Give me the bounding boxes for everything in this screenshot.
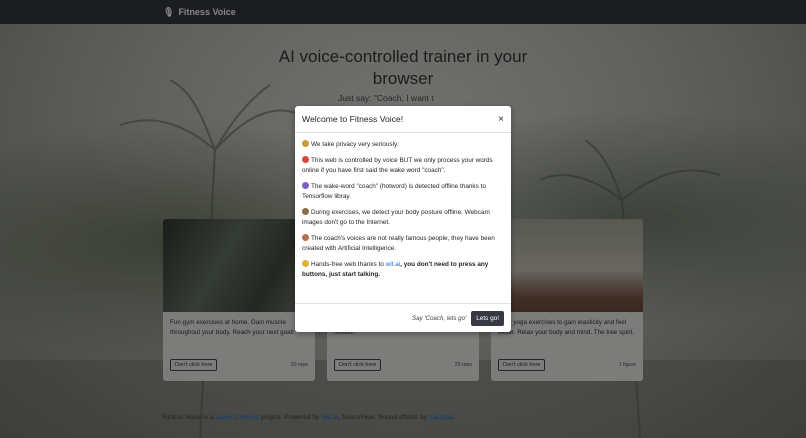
privacy-item: This web is controlled by voice BUT we o…: [302, 156, 493, 174]
witai-modal-link[interactable]: wit.ai: [386, 261, 401, 268]
person-exercising-icon: [302, 208, 309, 215]
welcome-modal: Welcome to Fitness Voice! × We take priv…: [295, 106, 511, 332]
privacy-item: Hands-free web thanks to wit.ai, you don…: [302, 260, 489, 278]
modal-footer: Say 'Coach, lets go' Lets go!: [295, 303, 511, 332]
muted-speaker-icon: [302, 156, 309, 163]
person-icon: [302, 234, 309, 241]
privacy-item: During exercises, we detect your body po…: [302, 208, 490, 226]
privacy-item: The coach's voices are not really famous…: [302, 234, 495, 252]
modal-header: Welcome to Fitness Voice! ×: [295, 106, 511, 133]
detective-icon: [302, 140, 309, 147]
crystal-ball-icon: [302, 182, 309, 189]
lets-go-button[interactable]: Lets go!: [471, 310, 504, 326]
voice-hint: Say 'Coach, lets go': [411, 314, 467, 322]
modal-body: We take privacy very seriously: This web…: [295, 133, 511, 280]
privacy-item: The wake-word "coach" (hotword) is detec…: [302, 182, 486, 200]
modal-title: Welcome to Fitness Voice!: [302, 114, 404, 124]
close-icon[interactable]: ×: [498, 114, 504, 125]
handshake-icon: [302, 260, 309, 267]
privacy-item: We take privacy very seriously:: [302, 140, 504, 150]
